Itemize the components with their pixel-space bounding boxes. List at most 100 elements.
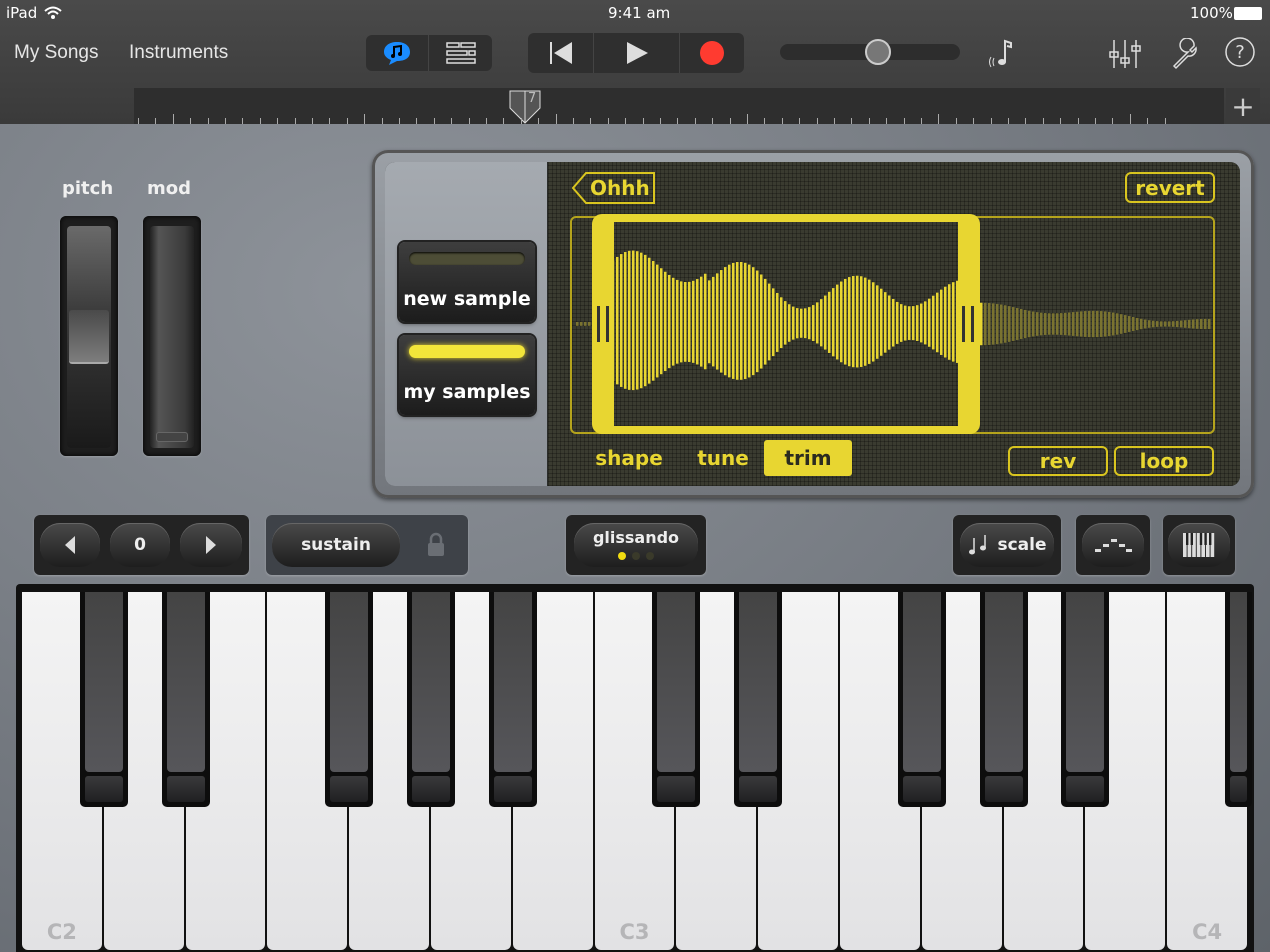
sample-buttons-panel: new sample my samples (385, 162, 547, 486)
ruler-tick (938, 114, 940, 124)
black-key[interactable] (407, 592, 455, 807)
revert-button[interactable]: revert (1125, 172, 1215, 203)
wifi-icon (44, 6, 62, 19)
pitch-wheel-handle[interactable] (69, 310, 109, 364)
sustain-button[interactable]: sustain (272, 523, 400, 567)
sampler-screen: new sample my samples Ohhh revert shape … (385, 162, 1240, 486)
loop-button[interactable]: loop (1114, 446, 1214, 476)
waveform-bar (1092, 310, 1095, 338)
trim-end-handle[interactable] (962, 306, 974, 342)
black-key-face (412, 592, 450, 772)
black-key[interactable] (488, 592, 537, 807)
arrow-right-icon (206, 536, 216, 554)
black-key[interactable] (979, 592, 1028, 807)
waveform-bar (1080, 311, 1083, 337)
tracks-view-button[interactable] (429, 35, 492, 71)
black-key-tip (1230, 776, 1247, 802)
notes-icon (969, 535, 987, 555)
tab-tune[interactable]: tune (682, 440, 764, 476)
waveform-bar (1164, 321, 1167, 327)
black-key-tip (1066, 776, 1105, 802)
waveform-bar (576, 322, 579, 326)
key-octave-label: C3 (619, 920, 650, 944)
waveform-bar (1160, 321, 1163, 327)
black-key[interactable] (897, 592, 946, 807)
tab-trim[interactable]: trim (764, 440, 852, 476)
svg-text:?: ? (1235, 42, 1245, 63)
waveform-display: Ohhh revert shape tune trim rev loop (548, 162, 1240, 486)
black-key[interactable] (1061, 592, 1110, 807)
black-key[interactable] (1225, 592, 1252, 807)
black-key-face (493, 592, 532, 772)
rev-button[interactable]: rev (1008, 446, 1108, 476)
black-key-face (984, 592, 1023, 772)
ruler-tick (364, 114, 366, 124)
black-key[interactable] (161, 592, 210, 807)
black-key[interactable] (325, 592, 374, 807)
black-key[interactable] (734, 592, 783, 807)
record-icon (700, 41, 724, 65)
trim-start-handle[interactable] (597, 306, 609, 342)
black-key-tip (657, 776, 696, 802)
lock-icon[interactable] (426, 532, 446, 558)
arpeggiator-button[interactable] (1082, 523, 1144, 567)
black-key-tip (84, 776, 123, 802)
tab-shape[interactable]: shape (588, 440, 670, 476)
mod-wheel-handle[interactable] (156, 432, 188, 442)
my-samples-button[interactable]: my samples (399, 335, 535, 415)
waveform-bar (1012, 307, 1015, 341)
ruler-tick (172, 114, 174, 124)
octave-down-button[interactable] (40, 523, 100, 567)
waveform-bar (1200, 318, 1203, 330)
waveform-bar (1004, 305, 1007, 343)
scale-control: scale (953, 515, 1061, 575)
my-songs-button[interactable]: My Songs (14, 42, 98, 64)
record-button[interactable] (680, 33, 744, 73)
waveform-bar (1048, 313, 1051, 335)
mixer-icon[interactable] (1108, 38, 1142, 70)
add-section-button[interactable]: + (1226, 88, 1260, 124)
volume-slider-thumb[interactable] (865, 39, 891, 65)
pitch-wheel[interactable] (67, 226, 111, 448)
waveform-bar (580, 322, 583, 326)
black-key-face (330, 592, 369, 772)
arpeggiator-control (1076, 515, 1150, 575)
instrument-view-icon (384, 42, 410, 65)
waveform-bar (1024, 309, 1027, 339)
new-sample-label: new sample (403, 288, 531, 310)
timeline-ruler[interactable]: 7 (134, 88, 1224, 124)
playhead[interactable]: 7 (509, 90, 541, 124)
new-sample-button[interactable]: new sample (399, 242, 535, 322)
mod-wheel[interactable] (150, 226, 194, 448)
glissando-button[interactable]: glissando (574, 523, 698, 567)
waveform-bar (1180, 320, 1183, 328)
ruler-tick (555, 114, 557, 124)
octave-value: 0 (110, 523, 170, 567)
sample-name-button[interactable]: Ohhh (572, 172, 656, 204)
instruments-button[interactable]: Instruments (129, 42, 228, 64)
help-icon[interactable]: ? (1224, 36, 1256, 68)
playhead-bar-number: 7 (528, 91, 537, 106)
scale-button[interactable]: scale (960, 523, 1054, 567)
black-key[interactable] (652, 592, 701, 807)
settings-wrench-icon[interactable] (1170, 38, 1202, 70)
key-octave-label: C2 (46, 920, 77, 944)
octave-up-button[interactable] (180, 523, 242, 567)
waveform-bar (1056, 313, 1059, 335)
play-icon (626, 42, 648, 64)
black-key-tip (984, 776, 1023, 802)
waveform-bar (1088, 310, 1091, 338)
black-key[interactable] (79, 592, 128, 807)
waveform-bar (1052, 313, 1055, 335)
play-button[interactable] (594, 33, 680, 73)
waveform-bar (1188, 319, 1191, 329)
go-to-beginning-button[interactable] (528, 33, 594, 73)
metronome-note-icon[interactable] (988, 38, 1018, 68)
waveform-bar (992, 303, 995, 345)
scale-label: scale (997, 535, 1047, 555)
instrument-view-button[interactable] (366, 35, 429, 71)
keyboard-size-button[interactable] (1168, 523, 1230, 567)
volume-slider[interactable] (780, 39, 960, 65)
trim-selection[interactable] (592, 214, 980, 434)
waveform-bar (1128, 316, 1131, 332)
